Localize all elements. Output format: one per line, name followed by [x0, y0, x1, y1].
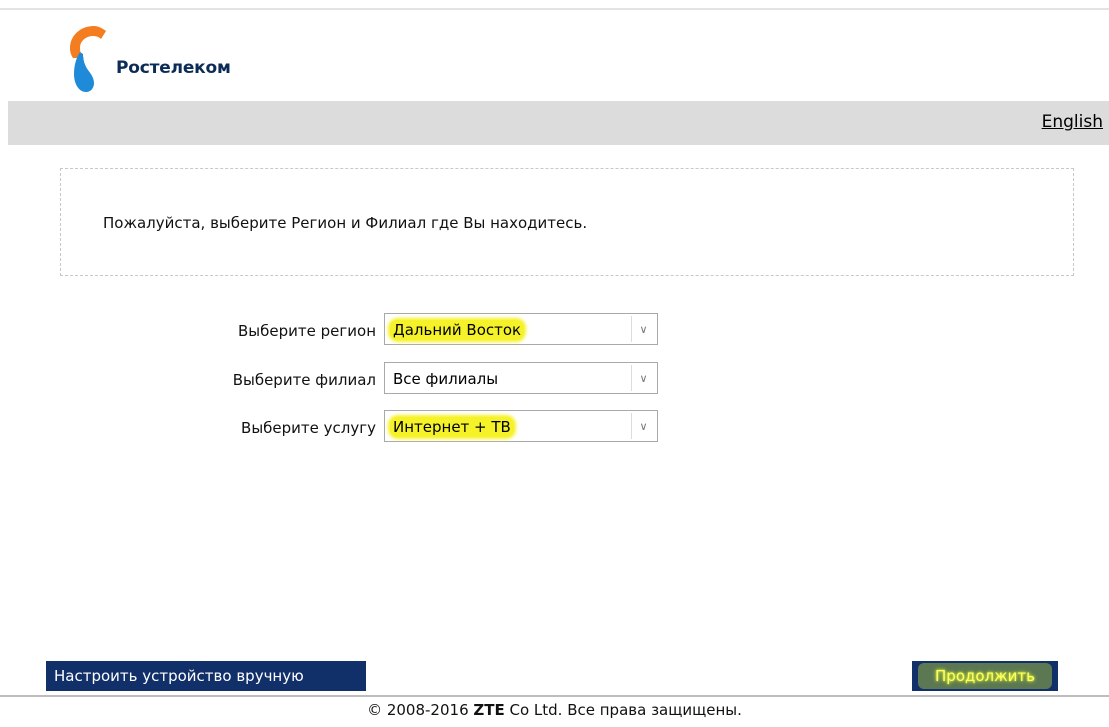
service-label: Выберите услугу	[241, 419, 376, 437]
chevron-down-icon: ∨	[631, 365, 655, 391]
top-divider	[0, 8, 1109, 10]
page: Ростелеком English Пожалуйста, выберите …	[0, 0, 1109, 727]
header-bar: English	[8, 101, 1109, 145]
footer-divider	[0, 695, 1109, 697]
manual-setup-button[interactable]: Настроить устройство вручную	[46, 661, 366, 691]
chevron-down-icon: ∨	[631, 316, 655, 342]
brand-logo: Ростелеком	[66, 24, 246, 96]
branch-select[interactable]: Все филиалы ∨	[384, 362, 658, 394]
info-box: Пожалуйста, выберите Регион и Филиал где…	[60, 168, 1074, 276]
service-select[interactable]: Интернет + ТВ ∨	[384, 410, 658, 442]
copyright-company: ZTE	[473, 701, 505, 719]
branch-label: Выберите филиал	[232, 371, 376, 389]
service-selected-value: Интернет + ТВ	[390, 417, 514, 437]
service-row: Выберите услугу Интернет + ТВ ∨	[0, 410, 1109, 444]
region-select[interactable]: Дальний Восток ∨	[384, 313, 658, 345]
region-selected-value: Дальний Восток	[390, 320, 525, 340]
copyright-prefix: © 2008-2016	[367, 701, 474, 719]
language-switch-link[interactable]: English	[1042, 112, 1103, 132]
info-message: Пожалуйста, выберите Регион и Филиал где…	[103, 214, 588, 232]
rostelecom-logo-icon	[70, 26, 106, 92]
footer-copyright: © 2008-2016 ZTE Co Ltd. Все права защище…	[0, 701, 1109, 719]
branch-row: Выберите филиал Все филиалы ∨	[0, 362, 1109, 396]
copyright-suffix: Co Ltd. Все права защищены.	[504, 701, 742, 719]
continue-button-label: Продолжить	[935, 667, 1035, 685]
chevron-down-icon: ∨	[631, 413, 655, 439]
region-row: Выберите регион Дальний Восток ∨	[0, 313, 1109, 347]
region-label: Выберите регион	[238, 322, 376, 340]
continue-button[interactable]: Продолжить	[912, 661, 1058, 691]
branch-selected-value: Все филиалы	[393, 370, 499, 388]
brand-name: Ростелеком	[116, 58, 231, 78]
